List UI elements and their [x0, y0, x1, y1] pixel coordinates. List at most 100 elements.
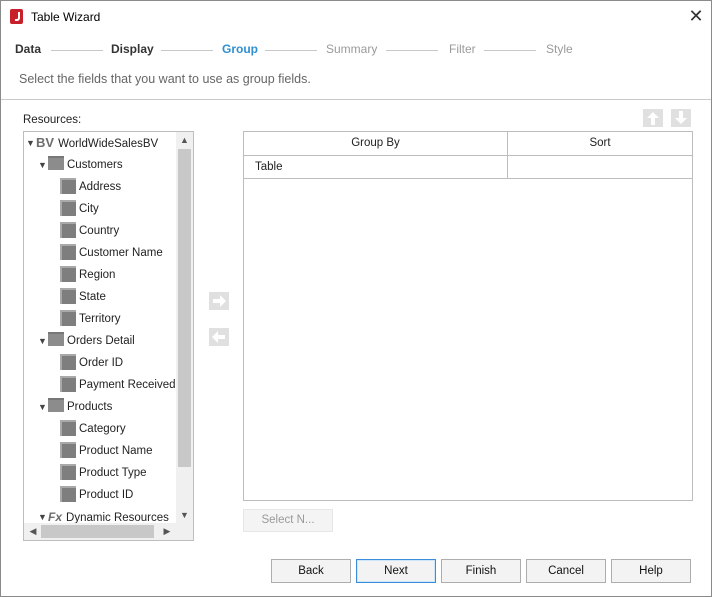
tree-node-label: Address [79, 181, 122, 193]
field-icon [60, 200, 76, 216]
step-summary[interactable]: Summary [326, 42, 377, 56]
step-group[interactable]: Group [222, 42, 258, 56]
tree-field-payment-received[interactable]: Payment Received [60, 375, 176, 395]
step-data[interactable]: Data [15, 42, 41, 56]
tree-field-product-name[interactable]: Product Name [60, 441, 153, 461]
tree-field-country[interactable]: Country [60, 221, 119, 241]
arrow-left-icon [209, 328, 229, 346]
move-up-button[interactable] [643, 109, 663, 127]
field-icon [60, 288, 76, 304]
tree-node-label: Customers [67, 159, 123, 171]
tree-field-product-type[interactable]: Product Type [60, 463, 147, 483]
tree-node-label: Territory [79, 313, 121, 325]
remove-field-button[interactable] [209, 328, 229, 346]
field-icon [60, 420, 76, 436]
scroll-right-icon[interactable]: ▶ [160, 525, 174, 538]
column-header-group-by[interactable]: Group By [244, 132, 508, 156]
tree-field-product-id[interactable]: Product ID [60, 485, 133, 505]
folder-icon [48, 156, 64, 170]
field-icon [60, 310, 76, 326]
scroll-left-icon[interactable]: ◀ [26, 525, 40, 538]
step-divider [161, 50, 213, 51]
window-title: Table Wizard [31, 10, 101, 24]
help-button[interactable]: Help [611, 559, 691, 583]
finish-button[interactable]: Finish [441, 559, 521, 583]
chevron-down-icon[interactable]: ▼ [38, 155, 48, 175]
tree-node-label: Payment Received [79, 379, 176, 391]
step-divider [386, 50, 438, 51]
step-display[interactable]: Display [111, 42, 154, 56]
tree-field-customer-name[interactable]: Customer Name [60, 243, 163, 263]
header-separator [1, 99, 711, 100]
field-icon [60, 486, 76, 502]
chevron-down-icon[interactable]: ▼ [26, 133, 36, 153]
chevron-down-icon[interactable]: ▼ [38, 331, 48, 351]
cancel-button[interactable]: Cancel [526, 559, 606, 583]
chevron-down-icon[interactable]: ▼ [38, 397, 48, 417]
close-icon[interactable]: ✕ [685, 6, 707, 26]
folder-icon [48, 398, 64, 412]
tree-node-customers[interactable]: ▼ Customers [38, 155, 123, 175]
tree-node-business-view[interactable]: ▼BV WorldWideSalesBV [26, 133, 158, 153]
column-header-sort[interactable]: Sort [508, 132, 692, 156]
group-by-table[interactable]: Group By Sort Table [243, 131, 693, 501]
tree-horizontal-scrollbar[interactable]: ◀ ▶ [24, 523, 176, 540]
table-wizard-dialog: Table Wizard ✕ Data Display Group Summar… [0, 0, 712, 597]
scroll-down-icon[interactable]: ▼ [178, 508, 191, 522]
tree-node-orders-detail[interactable]: ▼ Orders Detail [38, 331, 135, 351]
tree-node-label: Customer Name [79, 247, 163, 259]
table-cell-sort[interactable] [508, 156, 693, 179]
field-icon [60, 354, 76, 370]
tree-node-label: Product ID [79, 489, 134, 501]
tree-field-order-id[interactable]: Order ID [60, 353, 123, 373]
tree-node-label: Order ID [79, 357, 124, 369]
move-down-button[interactable] [671, 109, 691, 127]
arrow-right-icon [209, 292, 229, 310]
tree-vertical-scrollbar[interactable]: ▲ ▼ [176, 132, 193, 523]
scroll-up-icon[interactable]: ▲ [178, 133, 191, 147]
folder-icon [48, 332, 64, 346]
step-divider [51, 50, 103, 51]
tree-node-label: Product Type [79, 467, 147, 479]
scroll-thumb[interactable] [41, 525, 154, 538]
select-n-button[interactable]: Select N... [243, 509, 333, 532]
arrow-up-icon [643, 109, 663, 127]
back-button[interactable]: Back [271, 559, 351, 583]
field-icon [60, 244, 76, 260]
tree-field-city[interactable]: City [60, 199, 99, 219]
step-divider [484, 50, 536, 51]
field-icon [60, 266, 76, 282]
tree-node-products[interactable]: ▼ Products [38, 397, 112, 417]
tree-field-state[interactable]: State [60, 287, 106, 307]
step-style[interactable]: Style [546, 42, 573, 56]
tree-node-label: Country [79, 225, 120, 237]
resources-tree[interactable]: ▼BV WorldWideSalesBV ▼ Customers Address C… [23, 131, 194, 541]
field-icon [60, 464, 76, 480]
tree-field-region[interactable]: Region [60, 265, 115, 285]
tree-field-category[interactable]: Category [60, 419, 126, 439]
add-field-button[interactable] [209, 292, 229, 310]
step-divider [265, 50, 317, 51]
tree-node-label: Orders Detail [67, 335, 135, 347]
field-icon [60, 376, 76, 392]
field-icon [60, 178, 76, 194]
arrow-down-icon [671, 109, 691, 127]
field-icon [60, 442, 76, 458]
next-button[interactable]: Next [356, 559, 436, 583]
wizard-steps: Data Display Group Summary Filter Style [1, 41, 711, 61]
tree-field-territory[interactable]: Territory [60, 309, 121, 329]
table-cell-group-by[interactable]: Table [244, 156, 508, 179]
tree-field-address[interactable]: Address [60, 177, 121, 197]
instruction-text: Select the fields that you want to use a… [19, 72, 311, 86]
tree-node-label: Category [79, 423, 126, 435]
tree-node-label: State [79, 291, 106, 303]
field-icon [60, 222, 76, 238]
tree-node-label: City [79, 203, 99, 215]
tree-node-label: Product Name [79, 445, 153, 457]
scroll-corner [176, 523, 193, 540]
tree-node-label: Products [67, 401, 113, 413]
scroll-thumb[interactable] [178, 149, 191, 467]
tree-node-label: WorldWideSalesBV [58, 138, 159, 150]
app-logo-icon [10, 9, 23, 24]
step-filter[interactable]: Filter [449, 42, 476, 56]
